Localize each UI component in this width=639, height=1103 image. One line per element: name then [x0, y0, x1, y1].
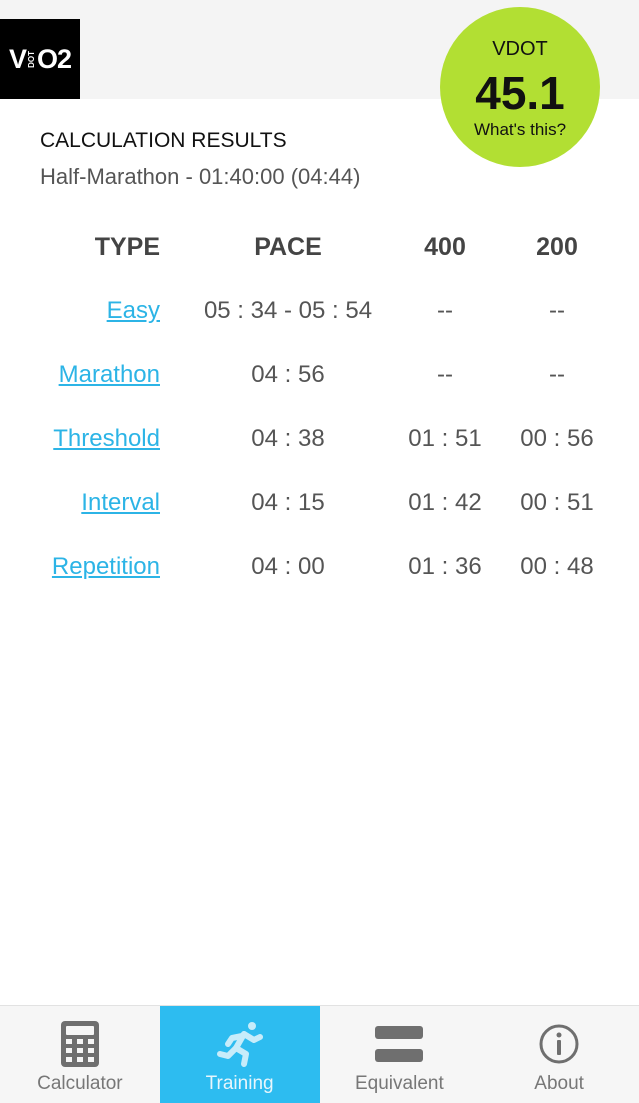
tab-equivalent-label: Equivalent [355, 1073, 444, 1094]
easy-200: -- [549, 297, 565, 324]
logo-letters-o2: O2 [36, 43, 72, 74]
interval-400: 01 : 42 [408, 489, 482, 516]
threshold-link[interactable]: Threshold [53, 425, 160, 452]
marathon-link[interactable]: Marathon [59, 361, 160, 388]
info-icon [479, 1018, 639, 1070]
repetition-200: 00 : 48 [520, 553, 594, 580]
tab-bar: Calculator Training Equivalent About [0, 1005, 639, 1103]
header-type: TYPE [94, 233, 160, 261]
header-pace: PACE [254, 233, 322, 261]
vdot-value: 45.1 [475, 67, 565, 119]
header-200: 200 [536, 233, 578, 261]
marathon-200: -- [549, 361, 565, 388]
tab-calculator-label: Calculator [37, 1073, 123, 1094]
vdot-o2-logo: V DOT O2 [0, 19, 80, 99]
logo-dot: DOT [26, 50, 36, 68]
marathon-pace: 04 : 56 [251, 361, 325, 388]
whats-this-link[interactable]: What's this? [440, 120, 600, 140]
equivalent-icon [320, 1018, 480, 1070]
vdot-badge[interactable]: VDOT 45.1 What's this? [440, 7, 600, 167]
table-row-easy: Easy 05 : 34 - 05 : 54 -- -- [0, 289, 639, 353]
table-row-threshold: Threshold 04 : 38 01 : 51 00 : 56 [0, 417, 639, 481]
results-subtitle: Half-Marathon - 01:40:00 (04:44) [40, 164, 361, 189]
training-screen: V DOT O2 VDOT 45.1 What's this? CALCULATIO… [0, 0, 639, 1103]
interval-link[interactable]: Interval [81, 489, 160, 516]
header-400: 400 [424, 233, 466, 261]
vdot-label: VDOT [492, 38, 548, 60]
logo-letter-v: V [8, 43, 27, 74]
easy-pace: 05 : 34 - 05 : 54 [203, 297, 373, 324]
threshold-400: 01 : 51 [408, 425, 482, 452]
tab-training[interactable]: Training [159, 1006, 320, 1103]
interval-pace: 04 : 15 [251, 489, 325, 516]
runner-icon [160, 1018, 320, 1070]
interval-200: 00 : 51 [520, 489, 594, 516]
threshold-200: 00 : 56 [520, 425, 594, 452]
repetition-pace: 04 : 00 [251, 553, 325, 580]
table-row-repetition: Repetition 04 : 00 01 : 36 00 : 48 [0, 545, 639, 609]
repetition-400: 01 : 36 [408, 553, 482, 580]
threshold-pace: 04 : 38 [251, 425, 325, 452]
marathon-400: -- [437, 361, 453, 388]
easy-link[interactable]: Easy [107, 297, 160, 324]
tab-training-label: Training [205, 1073, 274, 1094]
calculator-icon [0, 1018, 160, 1070]
tab-equivalent[interactable]: Equivalent [320, 1006, 480, 1103]
tab-about[interactable]: About [479, 1006, 639, 1103]
tab-about-label: About [534, 1073, 584, 1094]
table-header-row: TYPE PACE 400 200 [0, 225, 639, 289]
pace-table: TYPE PACE 400 200 Easy 05 : 34 - 05 : 54… [0, 225, 639, 609]
table-row-marathon: Marathon 04 : 56 -- -- [0, 353, 639, 417]
tab-calculator[interactable]: Calculator [0, 1006, 160, 1103]
repetition-link[interactable]: Repetition [52, 553, 160, 580]
table-row-interval: Interval 04 : 15 01 : 42 00 : 51 [0, 481, 639, 545]
easy-400: -- [437, 297, 453, 324]
results-title: CALCULATION RESULTS [40, 129, 287, 152]
